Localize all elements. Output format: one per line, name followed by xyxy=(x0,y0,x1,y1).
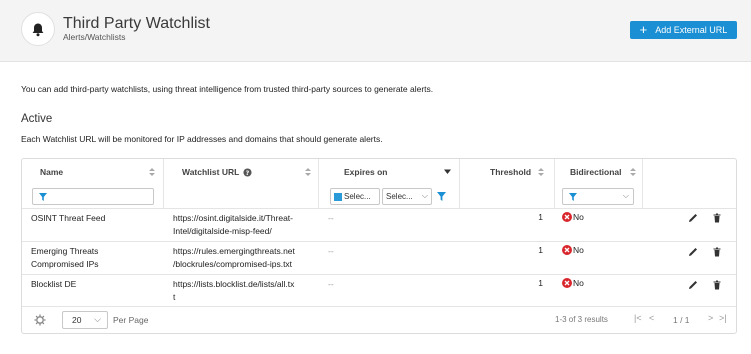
column-divider xyxy=(163,159,164,208)
row-name: OSINT Threat Feed xyxy=(31,213,106,223)
first-page-icon[interactable]: |< xyxy=(634,313,642,323)
filter-icon xyxy=(39,192,47,201)
column-divider xyxy=(554,159,555,208)
row-url: https://lists.blocklist.de/lists/all.tx t xyxy=(173,279,295,302)
row-divider xyxy=(22,241,736,242)
column-label-threshold: Threshold xyxy=(490,167,532,177)
intro-text: You can add third-party watchlists, usin… xyxy=(21,84,434,94)
filter-icon[interactable] xyxy=(437,192,446,201)
column-header-name[interactable]: Name xyxy=(40,159,160,185)
calendar-icon xyxy=(334,192,342,201)
row-threshold: 1 xyxy=(538,212,543,222)
results-range: 1-3 of 3 results xyxy=(555,315,608,324)
row-bidirectional: No xyxy=(562,212,584,222)
row-name: Blocklist DE xyxy=(31,279,77,289)
bidirectional-filter-select[interactable]: ⌵ xyxy=(562,188,634,205)
pencil-icon[interactable] xyxy=(688,247,698,257)
x-circle-icon xyxy=(562,212,572,222)
chevron-down-icon: ⌵ xyxy=(421,191,428,200)
next-page-icon[interactable]: > xyxy=(708,313,713,323)
pencil-icon[interactable] xyxy=(688,280,698,290)
x-circle-icon xyxy=(562,278,572,288)
row-bidirectional: No xyxy=(562,245,584,255)
plus-icon: + xyxy=(639,22,648,37)
column-divider xyxy=(318,159,319,208)
add-button-label: Add External URL xyxy=(655,25,728,35)
per-page-label: Per Page xyxy=(113,315,149,325)
column-label-expires: Expires on xyxy=(344,167,388,177)
name-filter-input[interactable] xyxy=(32,188,154,205)
filter-icon xyxy=(569,192,577,201)
table-footer: 20 ⌵ Per Page 1-3 of 3 results |< < 1 / … xyxy=(22,307,736,334)
row-expires: -- xyxy=(328,246,334,256)
section-description: Each Watchlist URL will be monitored for… xyxy=(21,134,383,144)
x-circle-icon xyxy=(562,245,572,255)
trash-icon[interactable] xyxy=(712,280,722,290)
row-url: https://osint.digitalside.it/Threat- Inte… xyxy=(173,213,294,236)
add-external-url-button[interactable]: + Add External URL xyxy=(630,21,737,39)
column-header-bidirectional[interactable]: Bidirectional xyxy=(570,159,650,185)
chevron-down-icon[interactable] xyxy=(444,169,451,175)
svg-text:?: ? xyxy=(246,170,250,177)
row-name: Emerging Threats Compromised IPs xyxy=(31,246,99,269)
column-divider xyxy=(459,159,460,208)
column-header-expires[interactable]: Expires on xyxy=(344,159,444,185)
column-label-url: Watchlist URL xyxy=(182,167,240,177)
sort-icon[interactable] xyxy=(148,167,156,177)
table-header-divider xyxy=(22,208,736,209)
row-url: https://rules.emergingthreats.net/blockr… xyxy=(173,246,295,269)
gear-icon[interactable] xyxy=(34,314,46,326)
expires-from-select[interactable]: Selec... xyxy=(330,188,380,205)
trash-icon[interactable] xyxy=(712,247,722,257)
sort-icon[interactable] xyxy=(304,167,312,177)
pencil-icon[interactable] xyxy=(688,213,698,223)
column-divider xyxy=(642,159,643,208)
section-title: Active xyxy=(21,113,53,125)
row-expires: -- xyxy=(328,279,334,289)
sort-icon[interactable] xyxy=(537,167,545,177)
chevron-down-icon: ⌵ xyxy=(94,314,101,324)
watchlist-table: Name Watchlist URL ? Expires on Threshol… xyxy=(21,158,737,334)
page-header: Third Party Watchlist Alerts/Watchlists … xyxy=(0,0,751,62)
row-expires: -- xyxy=(328,213,334,223)
column-header-url: Watchlist URL ? xyxy=(182,159,322,185)
expires-to-select[interactable]: Selec... ⌵ xyxy=(382,188,432,205)
bell-icon xyxy=(21,12,55,46)
per-page-value: 20 xyxy=(72,315,82,325)
row-threshold: 1 xyxy=(538,278,543,288)
per-page-select[interactable]: 20 ⌵ xyxy=(62,311,108,329)
last-page-icon[interactable]: >| xyxy=(719,313,727,323)
row-threshold: 1 xyxy=(538,245,543,255)
expires-from-value: Selec... xyxy=(344,192,371,201)
row-divider xyxy=(22,274,736,275)
page-title: Third Party Watchlist xyxy=(63,15,210,32)
chevron-down-icon: ⌵ xyxy=(622,191,629,200)
prev-page-icon[interactable]: < xyxy=(649,313,654,323)
help-icon[interactable]: ? xyxy=(243,167,252,177)
breadcrumb: Alerts/Watchlists xyxy=(63,32,126,42)
expires-to-value: Selec... xyxy=(386,192,413,201)
sort-icon[interactable] xyxy=(629,167,637,177)
column-label-name: Name xyxy=(40,167,64,177)
column-label-bidirectional: Bidirectional xyxy=(570,167,622,177)
page-indicator: 1 / 1 xyxy=(673,315,690,325)
trash-icon[interactable] xyxy=(712,213,722,223)
row-bidirectional: No xyxy=(562,278,584,288)
